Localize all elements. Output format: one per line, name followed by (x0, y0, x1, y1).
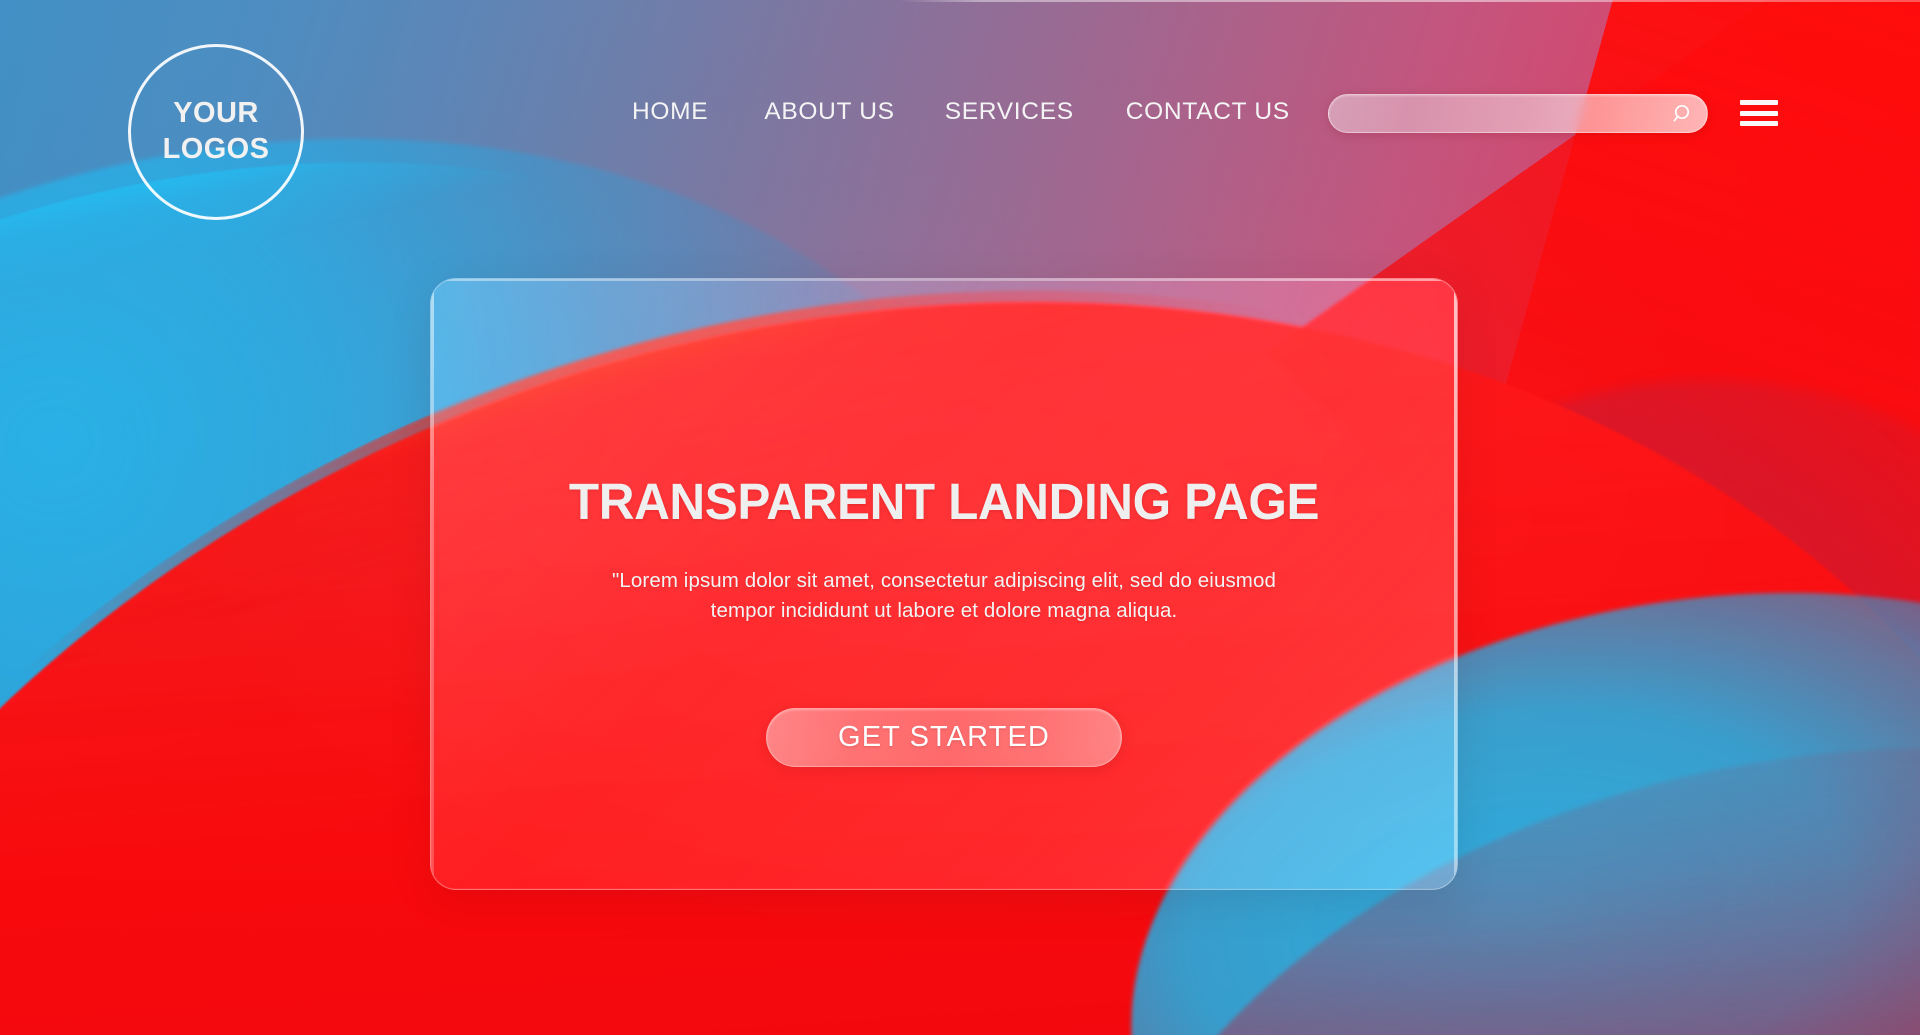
hamburger-bar-2 (1740, 110, 1778, 116)
cta-container: GET STARTED (766, 708, 1122, 767)
hero-subtitle: "Lorem ipsum dolor sit amet, consectetur… (612, 569, 1276, 622)
nav-item-services[interactable]: SERVICES (945, 98, 1074, 126)
hamburger-bar-3 (1740, 121, 1778, 126)
nav-item-contact-us[interactable]: CONTACT US (1126, 98, 1290, 126)
get-started-button[interactable]: GET STARTED (766, 708, 1122, 767)
page-title: TRANSPARENT LANDING PAGE (568, 473, 1320, 530)
landing-page-stage: YOUR LOGOS HOME ABOUT US SERVICES CONTAC… (0, 0, 1920, 1035)
logo[interactable]: YOUR LOGOS (128, 44, 304, 220)
logo-line-1: YOUR (173, 97, 259, 130)
search-input[interactable] (1345, 95, 1675, 132)
site-header: YOUR LOGOS HOME ABOUT US SERVICES CONTAC… (0, 0, 1920, 220)
hamburger-menu-icon[interactable] (1740, 100, 1778, 126)
logo-line-2: LOGOS (162, 133, 270, 165)
hero-content: TRANSPARENT LANDING PAGE "Lorem ipsum do… (430, 278, 1458, 890)
nav-item-about-us[interactable]: ABOUT US (764, 98, 894, 126)
search-bar[interactable] (1328, 94, 1708, 133)
search-container (1328, 94, 1708, 133)
search-icon[interactable] (1672, 103, 1694, 125)
nav-item-home[interactable]: HOME (632, 98, 708, 126)
main-navigation: HOME ABOUT US SERVICES CONTACT US (632, 98, 1290, 126)
hamburger-bar-1 (1740, 100, 1778, 105)
